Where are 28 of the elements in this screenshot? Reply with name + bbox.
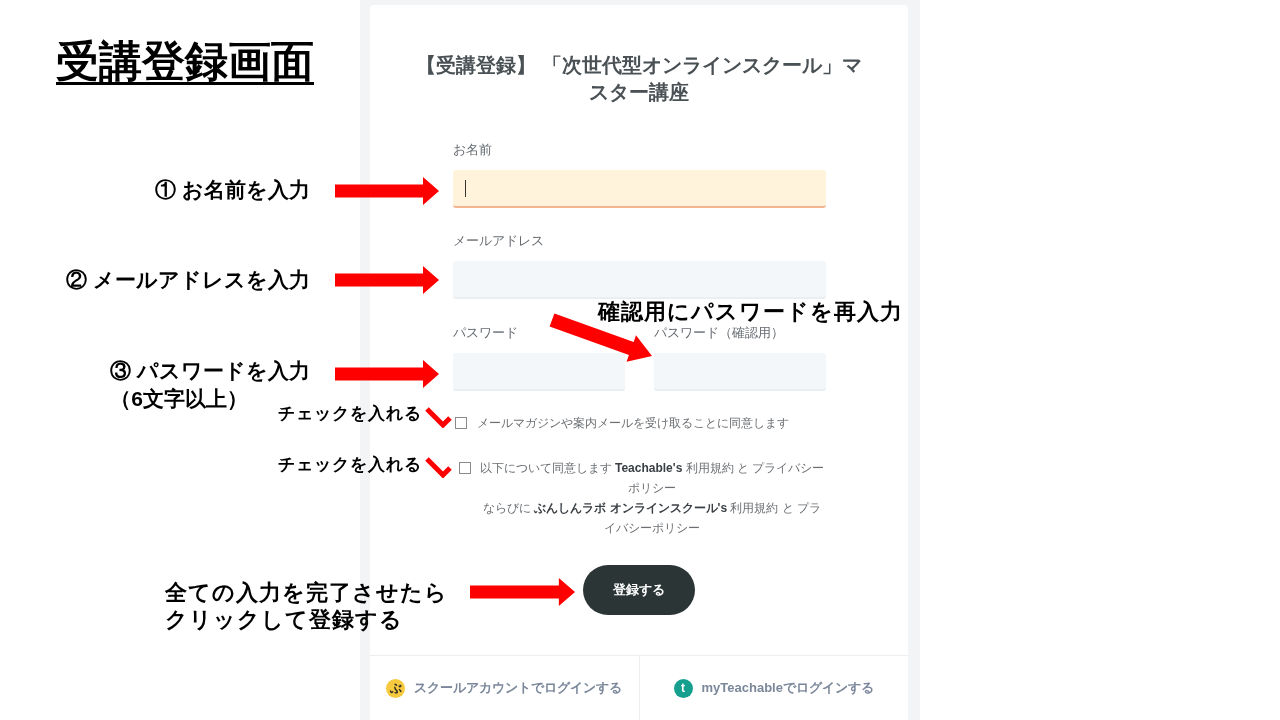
arrow-icon [335,177,439,205]
arrow-icon [470,578,575,606]
annotation-text: 全ての入力を完了させたら クリックして登録する [165,579,448,633]
field-label: お名前 [452,141,492,159]
annotation-text: ② メールアドレスを入力 [66,267,310,293]
register-button[interactable]: 登録する [583,565,695,615]
text-input-field[interactable] [452,170,826,208]
checkbox[interactable] [454,417,467,429]
login-link[interactable]: t myTeachableでログインする [673,678,874,698]
annotation-text: 確認用にパスワードを再入力 [598,300,903,324]
checkbox[interactable] [458,462,471,474]
logo-icon: t [673,678,693,698]
terms-agreement-text: 以下について同意します Teachable's 利用規約 と プライバシーポリシー ならびに ぶんしんラボ オンラインスクール's 利用規約 と プライバシーポリシー [478,460,826,537]
field-label: メールアドレス [452,232,544,250]
checkbox-label: メールマガジンや案内メールを受け取ることに同意します [476,415,789,432]
annotation-text: ① お名前を入力 [155,177,310,203]
logo-icon: ぶ [386,678,406,698]
slide-title: 受講登録画面 [56,36,314,86]
field-label: パスワード [452,324,518,342]
annotation-text: チェックを入れる [278,454,422,476]
arrow-icon [335,360,439,388]
field-label: パスワード（確認用） [653,324,784,342]
form-title: 【受講登録】 「次世代型オンラインスクール」マスター講座 [415,53,863,105]
login-link[interactable]: ぶ スクールアカウントでログインする [386,678,623,698]
tick-mark-icon [424,455,452,478]
arrow-icon [335,266,439,294]
tick-mark-icon [424,405,452,428]
text-cursor-icon [464,179,466,197]
